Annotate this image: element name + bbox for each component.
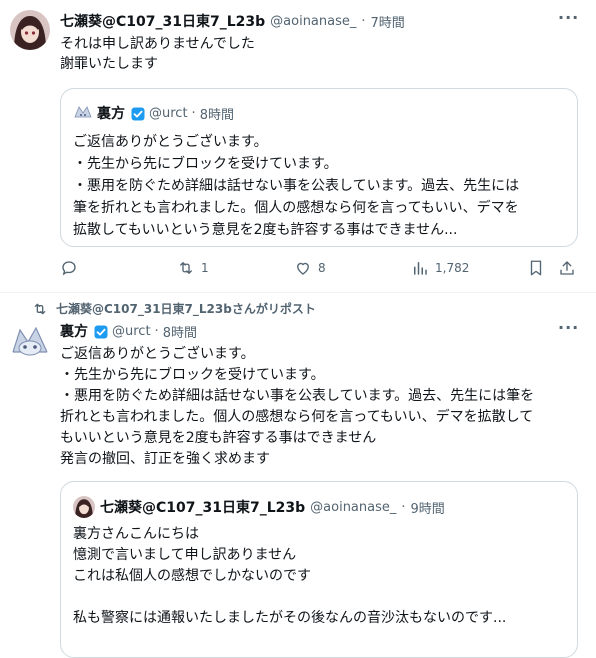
text-line: 私も警察には通報いたしましたがその後なんの音沙汰もないのです... — [73, 610, 507, 626]
quoted-tweet[interactable]: 裏方 @urct · 8時間 ご返信ありがとうございます。 ・先生から先にブロッ… — [60, 88, 578, 247]
repost-text: 七瀬葵@C107_31日東7_L23bさんがリポスト — [56, 302, 316, 316]
text-line: ・先生から先にブロックを受けています。 — [60, 367, 325, 383]
author-handle[interactable]: @urct — [112, 324, 151, 339]
text-line: 筆を折れとも言われました。個人の感想なら何を言ってもいい、デマを — [73, 200, 519, 216]
text-line: もいいという意見を2度も許容する事はできません — [60, 430, 377, 446]
tweet-1-header: 七瀬葵@C107_31日東7_L23b @aoinanase_ · 7時間 — [60, 11, 405, 31]
text-line: ・先生から先にブロックを受けています。 — [73, 156, 338, 172]
quoted-handle: @aoinanase_ — [310, 499, 397, 515]
retweet-icon — [180, 262, 192, 274]
more-options-icon[interactable]: ··· — [558, 8, 579, 27]
quoted-tweet-text: ご返信ありがとうございます。 ・先生から先にブロックを受けています。 ・悪用を防… — [73, 131, 519, 241]
quoted-avatar — [73, 103, 93, 123]
text-line: 憶測で言いまして申し訳ありません — [73, 547, 297, 563]
quoted-author-name: 七瀬葵@C107_31日東7_L23b — [100, 500, 306, 516]
reply-icon — [62, 261, 76, 276]
share-icon — [560, 261, 574, 275]
quoted-tweet[interactable]: 七瀬葵@C107_31日東7_L23b @aoinanase_ · 9時間 裏方… — [60, 481, 578, 658]
tweet-2-header: 裏方 @urct · 8時間 — [60, 321, 197, 341]
quoted-tweet-text: 裏方さんこんにちは 憶測で言いまして申し訳ありません これは私個人の感想でしかな… — [73, 524, 506, 629]
separator: · — [154, 323, 159, 339]
repost-indicator[interactable]: 七瀬葵@C107_31日東7_L23bさんがリポスト — [32, 300, 316, 317]
quoted-avatar — [73, 496, 95, 518]
reply-button[interactable] — [60, 259, 84, 277]
text-line: 拡散してもいいという意見を2度も許容する事はできません... — [73, 222, 458, 238]
author-name[interactable]: 七瀬葵@C107_31日東7_L23b — [60, 11, 265, 31]
quoted-tweet-header: 七瀬葵@C107_31日東7_L23b @aoinanase_ · 9時間 — [73, 496, 445, 518]
heart-icon — [297, 262, 309, 275]
text-line: 謝罪いたします — [60, 56, 158, 72]
quoted-author-name: 裏方 — [97, 106, 125, 122]
text-line: ・悪用を防ぐため詳細は話せない事を公表しています。過去、先生には — [73, 178, 520, 194]
author-handle[interactable]: @aoinanase_ — [270, 14, 356, 29]
quoted-timestamp: 9時間 — [410, 501, 445, 517]
text-line: 裏方さんこんにちは — [73, 526, 199, 542]
avatar[interactable] — [10, 10, 50, 50]
retweet-button[interactable]: 1 — [177, 259, 209, 277]
retweet-count: 1 — [201, 261, 209, 275]
text-line: それは申し訳ありませんでした — [60, 36, 255, 52]
quoted-tweet-header: 裏方 @urct · 8時間 — [73, 103, 234, 123]
verified-badge-icon — [94, 324, 108, 339]
author-name[interactable]: 裏方 — [60, 321, 88, 341]
quoted-handle: @urct — [149, 105, 188, 121]
text-line: 発言の撤回、訂正を強く求めます — [60, 451, 270, 467]
tweet-1-text: それは申し訳ありませんでした 謝罪いたします — [60, 34, 255, 74]
repost-icon — [34, 303, 46, 314]
separator: · — [191, 105, 196, 121]
like-button[interactable]: 8 — [294, 259, 326, 277]
share-button[interactable] — [558, 259, 576, 281]
bookmark-button[interactable] — [527, 259, 545, 281]
timestamp[interactable]: 8時間 — [163, 322, 197, 341]
quoted-timestamp: 8時間 — [199, 107, 234, 123]
more-options-icon[interactable]: ··· — [558, 318, 579, 337]
text-line: ・悪用を防ぐため詳細は話せない事を公表しています。過去、先生には筆を — [60, 388, 535, 404]
tweet-2-text: ご返信ありがとうございます。 ・先生から先にブロックを受けています。 ・悪用を防… — [60, 344, 534, 470]
views-count: 1,782 — [435, 261, 470, 275]
text-line — [73, 587, 506, 608]
text-line: ご返信ありがとうございます。 — [60, 346, 255, 362]
text-line: ご返信ありがとうございます。 — [73, 134, 268, 150]
verified-badge-icon — [131, 106, 145, 121]
text-line: これは私個人の感想でしかないのです — [73, 568, 311, 584]
separator: · — [361, 13, 366, 29]
bookmark-icon — [530, 260, 542, 276]
like-count: 8 — [318, 261, 326, 275]
tweet-divider — [0, 292, 596, 293]
separator: · — [401, 499, 406, 515]
views-button[interactable]: 1,782 — [411, 259, 469, 277]
views-chart-icon — [414, 262, 427, 275]
text-line: 折れとも言われました。個人の感想なら何を言ってもいい、デマを拡散して — [60, 409, 534, 425]
timestamp[interactable]: 7時間 — [371, 12, 405, 31]
avatar[interactable] — [10, 322, 50, 362]
